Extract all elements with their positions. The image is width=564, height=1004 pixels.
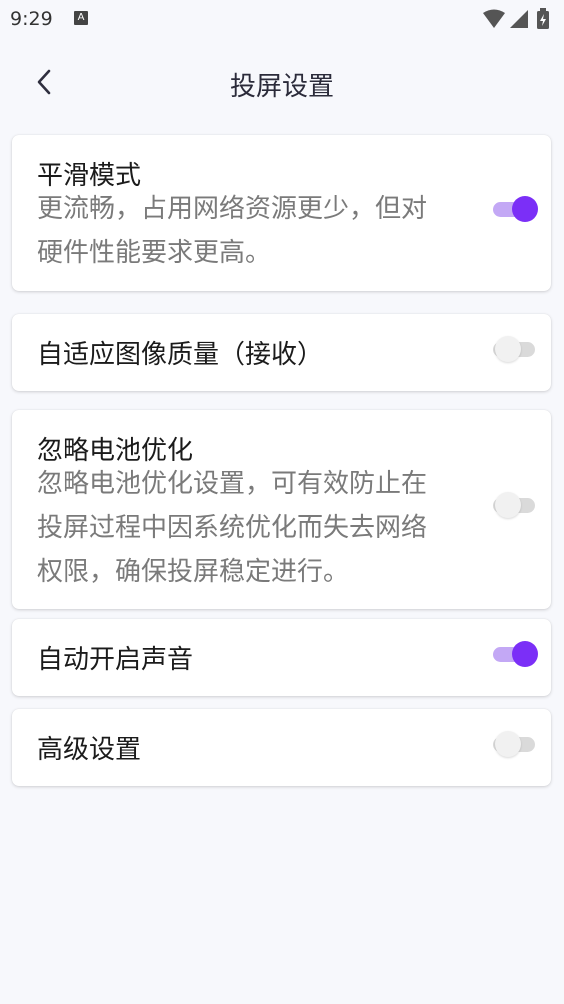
- setting-title: 自动开启声音: [37, 645, 194, 675]
- status-bar: 9:29 A: [0, 0, 564, 40]
- adaptive-quality-toggle[interactable]: [490, 335, 540, 363]
- setting-card-adaptive-quality: 自适应图像质量（接收）: [12, 314, 551, 391]
- auto-sound-toggle[interactable]: [490, 640, 540, 668]
- description-line: 权限，确保投屏稳定进行。: [37, 557, 350, 587]
- toggle-knob: [512, 196, 538, 222]
- battery-icon: [537, 8, 549, 29]
- status-icons: [482, 8, 554, 30]
- smooth-mode-toggle[interactable]: [490, 195, 540, 223]
- header: 投屏设置: [0, 50, 564, 114]
- signal-icon: [510, 10, 528, 28]
- advanced-settings-toggle[interactable]: [490, 730, 540, 758]
- page-title: 投屏设置: [229, 72, 334, 102]
- toggle-knob: [495, 492, 521, 518]
- notification-icon: A: [74, 11, 88, 25]
- setting-description: 忽略电池优化设置，可有效防止在 投屏过程中因系统优化而失去网络 权限，确保投屏稳…: [37, 462, 467, 594]
- setting-card-auto-sound: 自动开启声音: [12, 619, 551, 696]
- toggle-knob: [495, 731, 521, 757]
- description-line: 硬件性能要求更高。: [37, 238, 272, 268]
- description-line: 忽略电池优化设置，可有效防止在: [37, 469, 428, 499]
- battery-optimization-toggle[interactable]: [490, 491, 540, 519]
- description-line: 投屏过程中因系统优化而失去网络: [37, 513, 428, 543]
- description-line: 更流畅，占用网络资源更少，但对: [37, 194, 428, 224]
- setting-card-battery-optimization: 忽略电池优化 忽略电池优化设置，可有效防止在 投屏过程中因系统优化而失去网络 权…: [12, 410, 551, 609]
- toggle-knob: [495, 336, 521, 362]
- wifi-icon: [483, 9, 505, 28]
- setting-description: 更流畅，占用网络资源更少，但对 硬件性能要求更高。: [37, 187, 467, 275]
- setting-title: 自适应图像质量（接收）: [37, 340, 324, 370]
- toggle-knob: [512, 641, 538, 667]
- setting-card-advanced: 高级设置: [12, 709, 551, 786]
- status-time: 9:29: [10, 8, 53, 30]
- setting-card-smooth-mode: 平滑模式 更流畅，占用网络资源更少，但对 硬件性能要求更高。: [12, 135, 551, 291]
- setting-title: 高级设置: [37, 735, 142, 765]
